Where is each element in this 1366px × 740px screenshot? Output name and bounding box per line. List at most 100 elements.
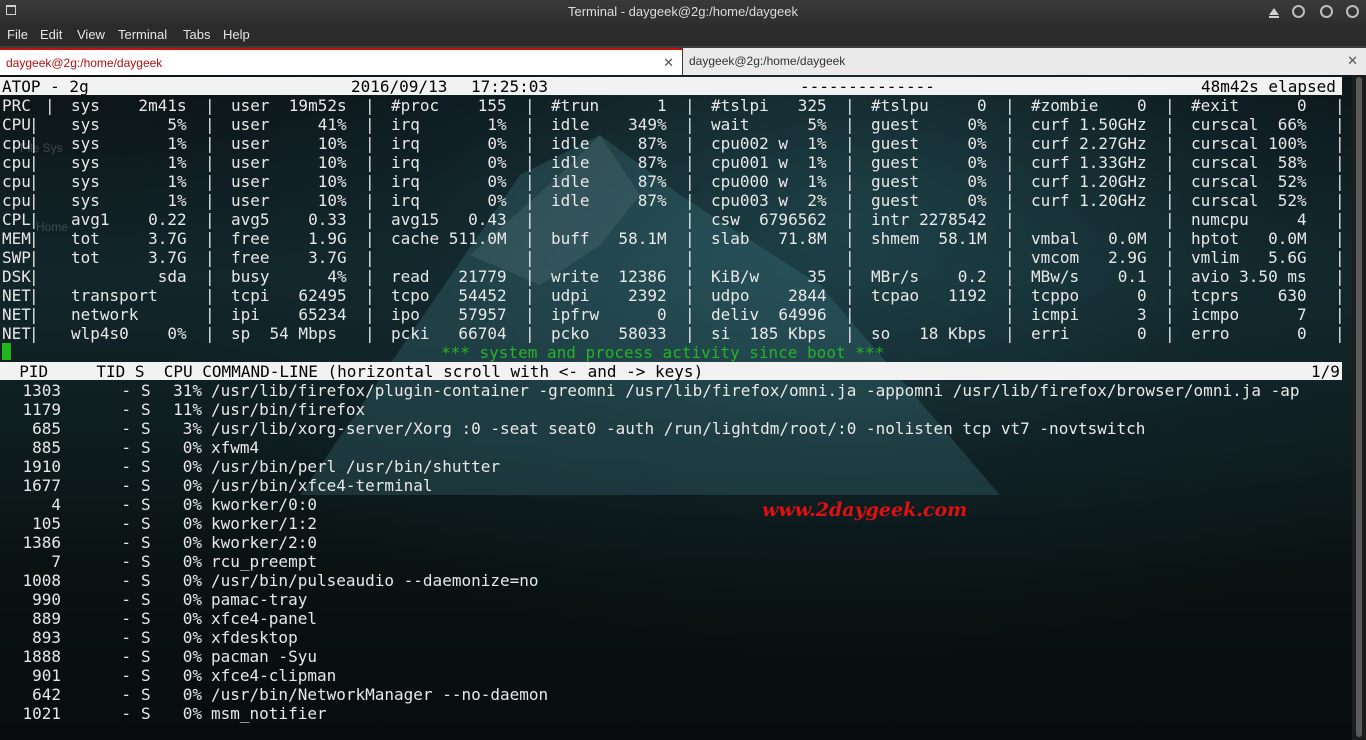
column-separator: | <box>1005 172 1015 191</box>
maximize-button[interactable] <box>1320 5 1333 18</box>
menu-edit[interactable]: Edit <box>40 27 62 42</box>
process-row[interactable]: 1910 - S 0% /usr/bin/perl /usr/bin/shutter <box>0 457 1342 476</box>
process-cpu: 31% <box>173 381 202 400</box>
process-cpu: 0% <box>182 609 202 628</box>
minimize-button[interactable] <box>1292 5 1305 18</box>
close-tab-icon[interactable]: ✕ <box>1347 53 1358 69</box>
column-separator: | <box>685 267 695 286</box>
process-row[interactable]: 893 - S 0% xfdesktop <box>0 628 1342 647</box>
menu-tabs[interactable]: Tabs <box>183 27 210 42</box>
stat-cell: guest 0% <box>871 134 987 153</box>
stat-cell: tcpao 1192 <box>871 286 987 305</box>
column-separator: | <box>1335 229 1345 248</box>
menu-help[interactable]: Help <box>223 27 250 42</box>
column-separator: | <box>845 191 855 210</box>
column-separator: | <box>685 286 695 305</box>
process-row[interactable]: 1677 - S 0% /usr/bin/xfce4-terminal <box>0 476 1342 495</box>
process-cpu: 0% <box>182 704 202 723</box>
process-row[interactable]: 7 - S 0% rcu_preempt <box>0 552 1342 571</box>
process-s: S <box>141 666 151 685</box>
process-cpu: 3% <box>182 419 202 438</box>
process-row[interactable]: 1888 - S 0% pacman -Syu <box>0 647 1342 666</box>
menu-bar: File Edit View Terminal Tabs Help <box>0 24 1366 46</box>
stat-cell: si 185 Kbps <box>711 324 827 343</box>
process-row[interactable]: 889 - S 0% xfce4-panel <box>0 609 1342 628</box>
process-row[interactable]: 990 - S 0% pamac-tray <box>0 590 1342 609</box>
process-cpu: 0% <box>182 571 202 590</box>
process-row[interactable]: 1303 - S 31% /usr/lib/firefox/plugin-contain… <box>0 381 1342 400</box>
stat-cell: cpu001 w 1% <box>711 153 827 172</box>
process-row[interactable]: 1386 - S 0% kworker/2:0 <box>0 533 1342 552</box>
process-s: S <box>141 571 151 590</box>
process-row[interactable]: 1021 - S 0% msm_notifier <box>0 704 1342 723</box>
process-tid: - <box>121 571 131 590</box>
process-row[interactable]: 1179 - S 11% /usr/bin/firefox <box>0 400 1342 419</box>
process-cmd: xfdesktop <box>211 628 298 647</box>
stat-label: SWP <box>2 248 31 267</box>
process-cpu: 0% <box>182 476 202 495</box>
column-separator: | <box>1165 305 1175 324</box>
stat-cell: irq 0% <box>391 134 507 153</box>
process-row[interactable]: 901 - S 0% xfce4-clipman <box>0 666 1342 685</box>
stat-cell: cache 511.0M <box>391 229 507 248</box>
column-separator: | <box>205 191 215 210</box>
stat-cell: icmpi 3 <box>1031 305 1147 324</box>
stat-cell: irq 0% <box>391 153 507 172</box>
stat-cell: curf 1.20GHz <box>1031 191 1147 210</box>
stat-cell: cpu002 w 1% <box>711 134 827 153</box>
tab-label: daygeek@2g:/home/daygeek <box>689 54 846 68</box>
process-s: S <box>141 419 151 438</box>
process-row[interactable]: 885 - S 0% xfwm4 <box>0 438 1342 457</box>
column-separator: | <box>205 267 215 286</box>
process-cmd: xfwm4 <box>211 438 260 457</box>
stat-cell: #tslpi 325 <box>711 96 827 115</box>
process-cmd: pamac-tray <box>211 590 308 609</box>
column-separator: | <box>29 248 39 267</box>
process-row[interactable]: 105 - S 0% kworker/1:2 <box>0 514 1342 533</box>
stat-cell: free 3.7G <box>231 248 347 267</box>
process-tid: - <box>121 381 131 400</box>
stat-cell: write 12386 <box>551 267 667 286</box>
menu-file[interactable]: File <box>7 27 28 42</box>
column-separator: | <box>365 210 375 229</box>
column-separator: | <box>205 134 215 153</box>
process-cpu: 0% <box>182 495 202 514</box>
process-pid: 885 <box>32 438 61 457</box>
column-separator: | <box>1335 153 1345 172</box>
column-separator: | <box>29 229 39 248</box>
column-separator: | <box>1005 229 1015 248</box>
process-s: S <box>141 647 151 666</box>
shade-up-icon[interactable] <box>1269 8 1279 18</box>
close-tab-icon[interactable]: ✕ <box>663 55 674 71</box>
stat-cell: #proc 155 <box>391 96 507 115</box>
process-row[interactable]: 4 - S 0% kworker/0:0 <box>0 495 1342 514</box>
stat-cell: MBr/s 0.2 <box>871 267 987 286</box>
stat-cell: csw 6796562 <box>711 210 827 229</box>
column-separator: | <box>845 229 855 248</box>
tab-1[interactable]: daygeek@2g:/home/daygeek ✕ <box>0 48 682 75</box>
process-cmd: /usr/bin/xfce4-terminal <box>211 476 433 495</box>
column-separator: | <box>205 172 215 191</box>
menu-terminal[interactable]: Terminal <box>118 27 167 42</box>
stat-cell: wlp4s0 0% <box>71 324 187 343</box>
tab-2[interactable]: daygeek@2g:/home/daygeek ✕ <box>683 48 1366 75</box>
stat-cell: udpo 2844 <box>711 286 827 305</box>
process-pid: 1386 <box>22 533 61 552</box>
scrollbar[interactable] <box>1352 75 1366 740</box>
terminal-output[interactable]: File Sys Home ATOP - 2g 2016/09/13 17:25… <box>0 75 1366 740</box>
process-row[interactable]: 642 - S 0% /usr/bin/NetworkManager --no-daem… <box>0 685 1342 704</box>
scrollbar-thumb[interactable] <box>1356 77 1362 737</box>
column-separator: | <box>1165 248 1175 267</box>
process-row[interactable]: 685 - S 3% /usr/lib/xorg-server/Xorg :0 -sea… <box>0 419 1342 438</box>
stat-cell: hptot 0.0M <box>1191 229 1307 248</box>
process-cmd: /usr/bin/firefox <box>211 400 366 419</box>
close-button[interactable] <box>1346 5 1359 18</box>
menu-view[interactable]: View <box>77 27 105 42</box>
process-header: PID TID S CPU COMMAND-LINE (horizontal s… <box>0 362 1342 381</box>
column-separator: | <box>1165 172 1175 191</box>
stat-cell: user 41% <box>231 115 347 134</box>
process-pid: 901 <box>32 666 61 685</box>
process-pid: 990 <box>32 590 61 609</box>
process-row[interactable]: 1008 - S 0% /usr/bin/pulseaudio --daemonize=… <box>0 571 1342 590</box>
stat-cell: idle 87% <box>551 172 667 191</box>
